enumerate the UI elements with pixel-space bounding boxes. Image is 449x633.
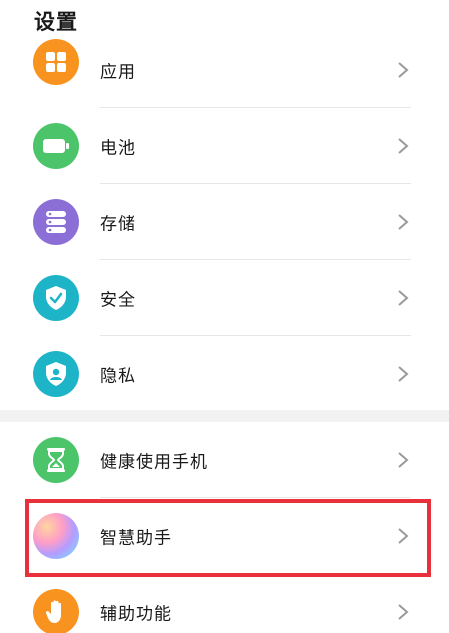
section-divider bbox=[0, 410, 449, 422]
hourglass-icon bbox=[33, 437, 79, 483]
shield-check-icon bbox=[33, 275, 79, 321]
hand-icon bbox=[33, 589, 79, 633]
privacy-shield-icon bbox=[33, 351, 79, 397]
settings-item-label: 电池 bbox=[100, 138, 136, 159]
chevron-right-icon bbox=[398, 604, 409, 620]
settings-item-label: 辅助功能 bbox=[100, 604, 172, 625]
settings-item-security[interactable]: 安全 bbox=[0, 260, 449, 336]
chevron-right-icon bbox=[398, 214, 409, 230]
settings-item-label: 健康使用手机 bbox=[100, 452, 208, 473]
settings-item-digital-balance[interactable]: 健康使用手机 bbox=[0, 422, 449, 498]
chevron-right-icon bbox=[398, 62, 409, 78]
chevron-right-icon bbox=[398, 452, 409, 468]
settings-item-privacy[interactable]: 隐私 bbox=[0, 336, 449, 412]
storage-icon bbox=[33, 199, 79, 245]
settings-item-label: 应用 bbox=[100, 62, 136, 83]
settings-group-1: 应用 电池 存储 安全 隐私 bbox=[0, 32, 449, 412]
chevron-right-icon bbox=[398, 366, 409, 382]
apps-icon bbox=[33, 39, 79, 86]
settings-item-battery[interactable]: 电池 bbox=[0, 108, 449, 184]
settings-item-accessibility[interactable]: 辅助功能 bbox=[0, 574, 449, 633]
settings-item-label: 安全 bbox=[100, 290, 136, 311]
settings-item-label: 隐私 bbox=[100, 366, 136, 387]
settings-item-label: 存储 bbox=[100, 214, 136, 235]
highlight-box bbox=[25, 499, 431, 577]
settings-item-apps[interactable]: 应用 bbox=[0, 32, 449, 108]
chevron-right-icon bbox=[398, 138, 409, 154]
battery-icon bbox=[33, 123, 79, 169]
settings-item-storage[interactable]: 存储 bbox=[0, 184, 449, 260]
chevron-right-icon bbox=[398, 290, 409, 306]
